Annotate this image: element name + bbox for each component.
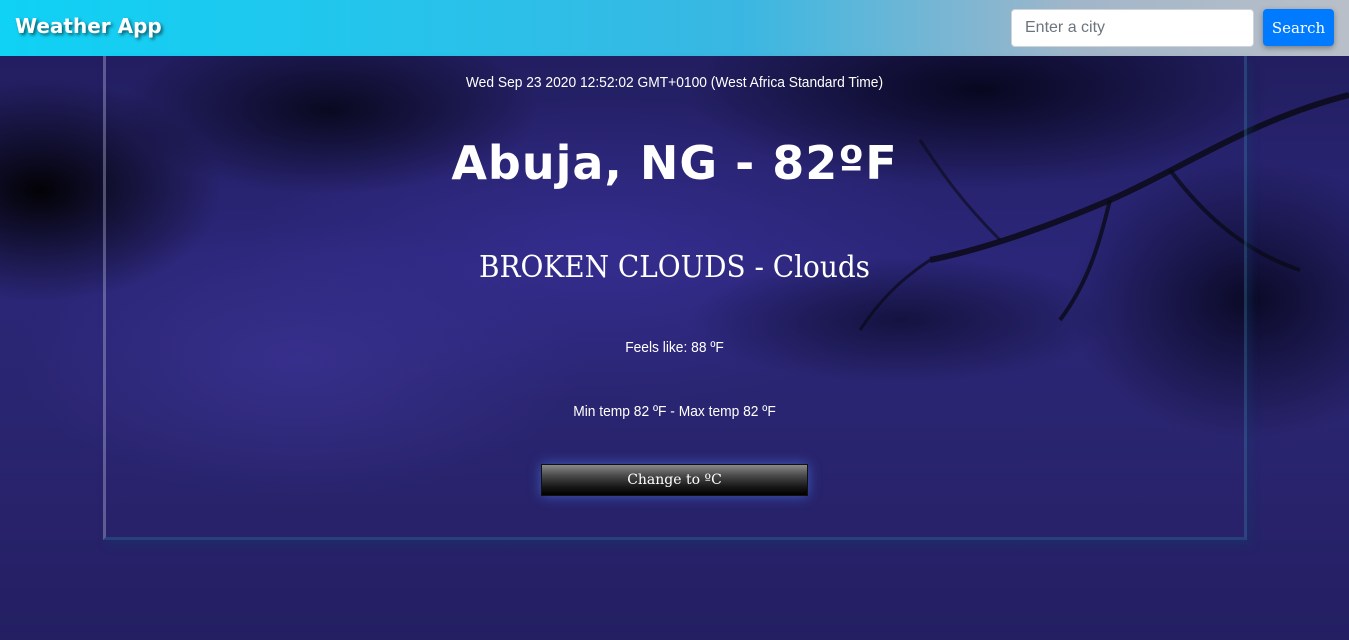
- location-temperature-heading: Abuja, NG - 82ºF: [451, 136, 898, 190]
- app-brand[interactable]: Weather App: [15, 14, 162, 38]
- change-unit-button[interactable]: Change to ºC: [541, 464, 808, 496]
- min-max-temp-text: Min temp 82 ºF - Max temp 82 ºF: [573, 403, 776, 420]
- city-search-input[interactable]: [1011, 9, 1254, 47]
- current-datetime: Wed Sep 23 2020 12:52:02 GMT+0100 (West …: [465, 74, 884, 91]
- search-button[interactable]: Search: [1263, 9, 1334, 46]
- feels-like-text: Feels like: 88 ºF: [625, 339, 724, 356]
- navbar: Weather App Search: [0, 0, 1349, 56]
- weather-description: BROKEN CLOUDS - Clouds: [478, 250, 871, 285]
